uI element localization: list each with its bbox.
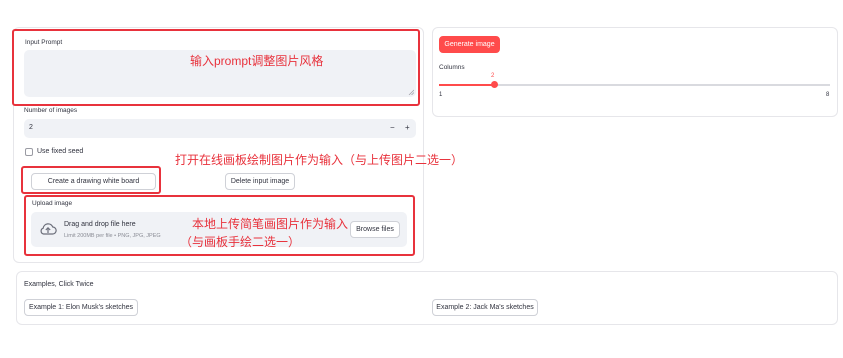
examples-panel [16,271,838,325]
columns-max-label: 8 [826,92,830,98]
columns-value-label: 2 [491,73,495,79]
upload-annotation-text-2: （与画板手绘二选一） [180,235,301,249]
decrement-button[interactable]: − [390,123,395,132]
delete-input-image-button[interactable]: Delete input image [225,173,295,190]
fixed-seed-label: Use fixed seed [37,148,84,155]
number-of-images-value: 2 [29,124,33,131]
columns-label: Columns [439,64,465,71]
columns-slider-fill [439,84,495,86]
columns-min-label: 1 [439,92,443,98]
number-of-images-label: Number of images [24,107,78,114]
generate-image-button[interactable]: Generate image [439,36,500,53]
prompt-annotation-text: 输入prompt调整图片风格 [190,54,324,68]
example-1-button[interactable]: Example 1: Elon Musk's sketches [24,299,138,316]
drawing-board-annotation-box [21,166,161,194]
fixed-seed-checkbox[interactable] [25,148,33,156]
number-of-images-input[interactable]: 2 − + [24,119,416,138]
upload-annotation-text-1: 本地上传简笔画图片作为输入 [192,217,349,231]
increment-button[interactable]: + [405,123,410,132]
drawing-board-annotation-text: 打开在线画板绘制图片作为输入（与上传图片二选一） [175,153,464,167]
example-2-button[interactable]: Example 2: Jack Ma's sketches [432,299,538,316]
examples-label: Examples, Click Twice [24,281,94,288]
